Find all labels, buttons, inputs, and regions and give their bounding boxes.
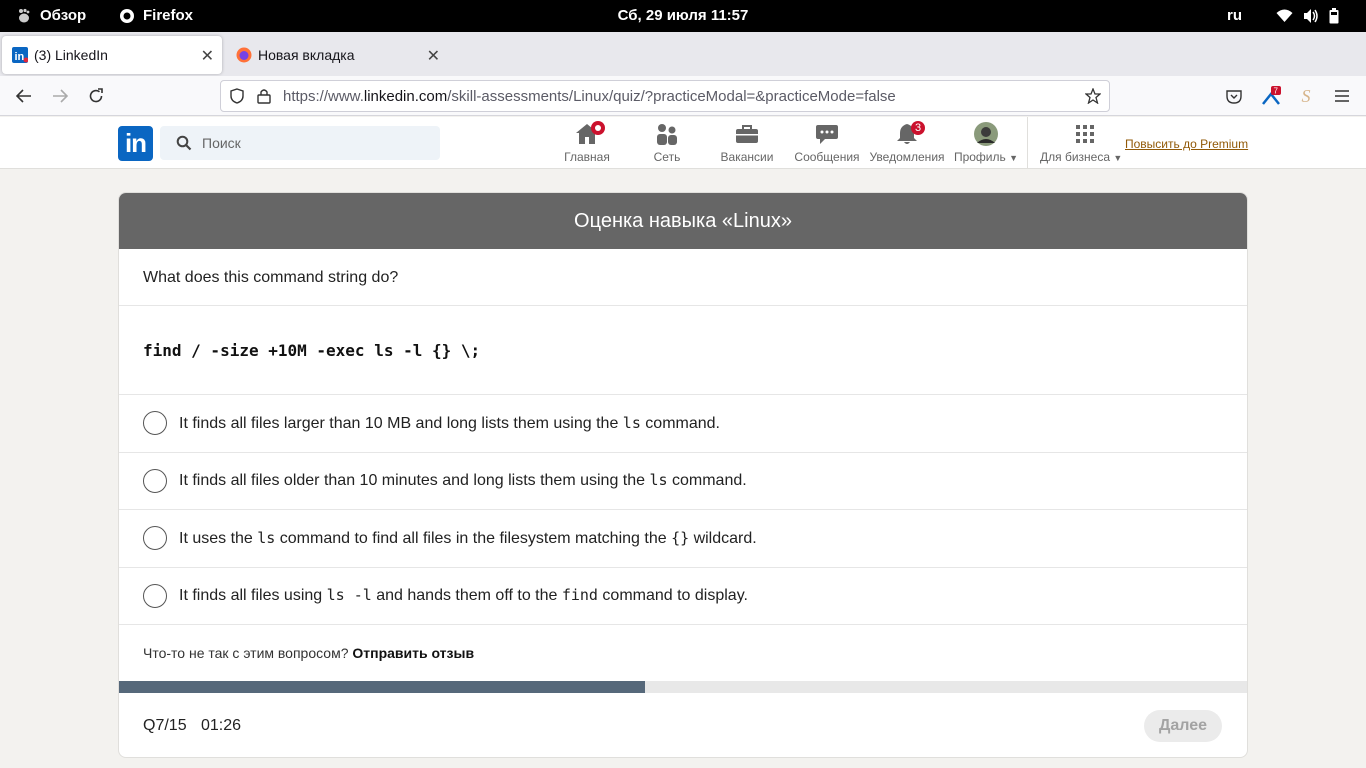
app-menu[interactable]: Firefox <box>119 7 193 24</box>
radio-button[interactable] <box>143 526 167 551</box>
notifications-count-badge: 3 <box>911 121 925 135</box>
nav-network[interactable]: Сеть <box>627 121 707 164</box>
nav-label: Главная <box>564 150 610 164</box>
system-top-bar: Обзор Firefox Сб, 29 июля 11:57 ru <box>0 0 1366 32</box>
nav-label: Вакансии <box>720 150 774 164</box>
chevron-down-icon: ▼ <box>1009 153 1019 163</box>
progress-bar-fill <box>119 681 646 693</box>
tab-label: Новая вкладка <box>258 47 355 63</box>
radio-button[interactable] <box>143 468 167 493</box>
app-menu-label: Firefox <box>143 7 194 24</box>
volume-icon <box>1304 9 1318 23</box>
answer-text: It finds all files using ls -l and hands… <box>179 586 748 605</box>
feedback-row: Что-то не так с этим вопросом? Отправить… <box>119 625 1247 681</box>
firefox-app-icon <box>120 8 134 23</box>
avatar <box>974 122 998 146</box>
url-bar[interactable]: https://www.linkedin.com/skill-assessmen… <box>220 80 1110 112</box>
chevron-down-icon: ▼ <box>1113 153 1123 163</box>
nav-label: Для бизнеса ▼ <box>1040 150 1123 164</box>
feedback-prompt: Что-то не так с этим вопросом? <box>143 645 349 661</box>
back-arrow-icon[interactable] <box>12 84 36 108</box>
system-tray[interactable] <box>1276 8 1339 24</box>
answer-option[interactable]: It finds all files older than 10 minutes… <box>119 453 1247 510</box>
pocket-icon[interactable] <box>1222 84 1246 108</box>
nav-divider <box>1027 117 1028 169</box>
clock[interactable]: Сб, 29 июля 11:57 <box>618 7 749 24</box>
assessment-footer: Q7/15 01:26 Далее <box>119 693 1247 757</box>
nav-messaging[interactable]: Сообщения <box>787 121 867 164</box>
battery-icon <box>1329 8 1339 24</box>
answer-text: It uses the ls command to find all files… <box>179 528 757 547</box>
tab-strip: in (3) LinkedIn ✕ Новая вкладка ✕ + ✕ <box>0 32 1366 99</box>
nav-label: Сообщения <box>794 150 860 164</box>
tab-label: (3) LinkedIn <box>34 47 108 63</box>
nav-label: Сеть <box>653 150 681 164</box>
extension-badge: 7 <box>1274 87 1279 96</box>
nav-notifications[interactable]: 3 Уведомления <box>867 121 947 164</box>
linkedin-favicon-icon: in <box>12 47 28 63</box>
firefox-favicon-icon <box>236 47 252 63</box>
tab-new-tab[interactable]: Новая вкладка ✕ <box>226 36 448 74</box>
send-feedback-link[interactable]: Отправить отзыв <box>352 645 474 661</box>
extension-s-icon[interactable]: S <box>1294 84 1318 108</box>
bookmark-star-icon[interactable] <box>1085 88 1101 104</box>
answer-option[interactable]: It finds all files larger than 10 MB and… <box>119 395 1247 453</box>
messaging-icon <box>816 125 838 144</box>
notification-dot-badge <box>591 121 605 135</box>
grid-icon <box>1076 125 1094 143</box>
linkedin-global-nav: in Главная Сеть Вакансии Сообщения 3 У <box>0 117 1366 169</box>
question-text: What does this command string do? <box>119 249 1247 306</box>
close-tab-icon[interactable]: ✕ <box>427 46 440 66</box>
activities-button[interactable]: Обзор <box>16 7 86 24</box>
nav-home[interactable]: Главная <box>547 121 627 164</box>
nav-for-business[interactable]: Для бизнеса ▼ <box>1040 121 1130 164</box>
radio-button[interactable] <box>143 583 167 608</box>
premium-upsell-link[interactable]: Повысить до Premium <box>1125 137 1248 151</box>
gnome-foot-icon <box>19 8 30 22</box>
assessment-card: Оценка навыка «Linux» What does this com… <box>118 192 1248 758</box>
lock-icon[interactable] <box>257 88 271 104</box>
answer-option[interactable]: It finds all files using ls -l and hands… <box>119 568 1247 625</box>
next-button[interactable]: Далее <box>1144 710 1222 742</box>
countdown-timer: 01:26 <box>201 717 242 734</box>
network-icon <box>657 124 677 145</box>
radio-button[interactable] <box>143 411 167 436</box>
close-tab-icon[interactable]: ✕ <box>201 46 214 66</box>
navigation-toolbar: https://www.linkedin.com/skill-assessmen… <box>0 76 1366 116</box>
assessment-title: Оценка навыка «Linux» <box>119 193 1247 249</box>
hamburger-menu-icon[interactable] <box>1330 84 1354 108</box>
forward-arrow-icon[interactable] <box>48 84 72 108</box>
nav-jobs[interactable]: Вакансии <box>707 121 787 164</box>
extension-icon[interactable]: 7 <box>1259 84 1283 108</box>
nav-label: Профиль ▼ <box>953 150 1019 164</box>
reload-icon[interactable] <box>84 84 108 108</box>
code-snippet: find / -size +10M -exec ls -l {} \; <box>119 306 1247 395</box>
linkedin-logo[interactable]: in <box>118 126 153 161</box>
url-text: https://www.linkedin.com/skill-assessmen… <box>283 88 896 105</box>
svg-text:in: in <box>15 51 25 63</box>
search-box[interactable] <box>160 126 440 160</box>
activities-label: Обзор <box>40 7 87 24</box>
shield-icon[interactable] <box>229 88 245 104</box>
nav-label: Уведомления <box>869 150 945 164</box>
wifi-icon <box>1276 9 1293 22</box>
progress-bar <box>119 681 1247 693</box>
question-counter: Q7/15 <box>143 717 187 734</box>
nav-profile[interactable]: Профиль ▼ <box>946 121 1026 164</box>
answer-option[interactable]: It uses the ls command to find all files… <box>119 510 1247 568</box>
answer-text: It finds all files larger than 10 MB and… <box>179 413 720 432</box>
answer-text: It finds all files older than 10 minutes… <box>179 471 747 490</box>
keyboard-layout-indicator[interactable]: ru <box>1227 7 1242 24</box>
jobs-icon <box>736 125 758 143</box>
tab-linkedin[interactable]: in (3) LinkedIn ✕ <box>2 36 222 74</box>
search-icon <box>176 135 192 151</box>
search-input[interactable] <box>202 135 422 151</box>
